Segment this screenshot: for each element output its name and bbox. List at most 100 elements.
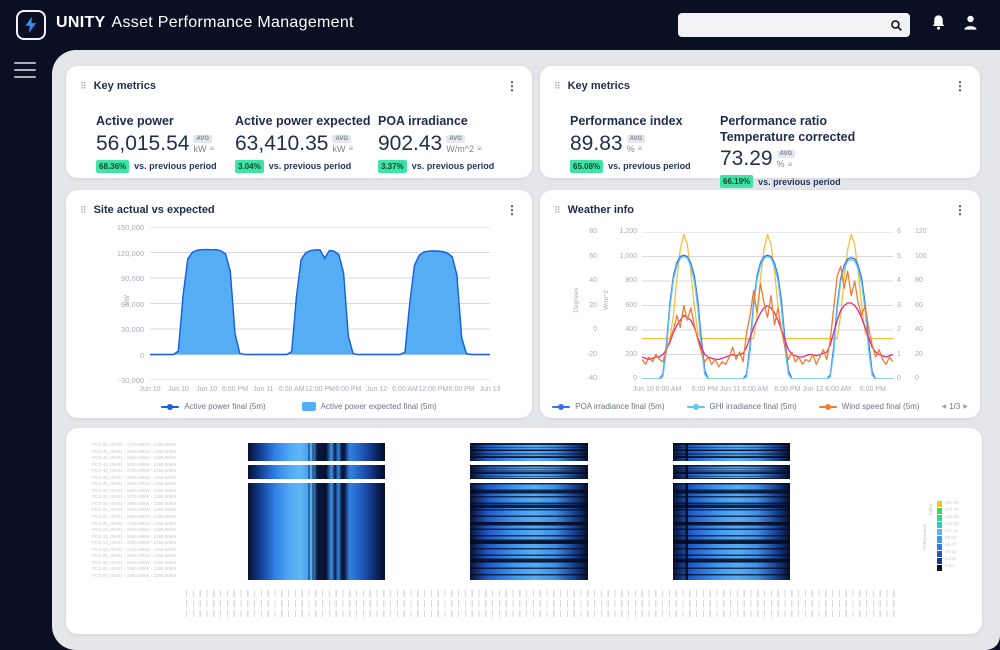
weather-info-card: ⠿ Weather info ⋮ 80 60 40 20 0 -20 -40 1,200 1,0… — [540, 190, 980, 418]
colorbar-segment — [937, 501, 942, 508]
metric-unit-row: kW ≡ — [193, 144, 214, 154]
change-badge: 68.36% — [96, 159, 130, 173]
y-axis-tick-label: 60 — [589, 252, 597, 260]
series-menu-icon[interactable]: ≡ — [638, 144, 643, 153]
metric-unit-stack: AVG% ≡ — [626, 134, 646, 154]
colorbar-tick-label: 200.00 — [945, 500, 959, 505]
legend-line-dot-marker — [686, 402, 705, 411]
app-logo — [16, 10, 46, 40]
legend-label: Wind speed final (5m) — [841, 402, 920, 411]
legend-label: Active power final (5m) — [184, 402, 266, 411]
drag-handle-icon[interactable]: ⠿ — [80, 205, 87, 215]
metric-value-row: 89.83 AVG% ≡ — [570, 133, 720, 154]
card-menu-icon[interactable]: ⋮ — [506, 204, 518, 216]
metric-change-row: 68.36% vs. previous period — [96, 159, 235, 173]
colorbar-segment — [937, 522, 942, 529]
y-axis-tick-label: 200 — [625, 350, 637, 358]
legend-line-dot-marker — [161, 402, 180, 411]
metric-unit: % — [776, 159, 785, 170]
app-window: UNITY Asset Performance Management ⠿ Key… — [0, 0, 1000, 650]
series-menu-icon[interactable]: ≡ — [348, 144, 353, 153]
y-axis-tick-label: -40 — [586, 375, 597, 382]
card-menu-icon[interactable]: ⋮ — [954, 80, 966, 92]
legend-next-icon[interactable]: ▶ — [963, 403, 968, 410]
weather-chart-plot — [642, 232, 893, 379]
y-axis-tick-label: 800 — [625, 277, 637, 284]
y-axis-tick-label: 100 — [915, 252, 927, 260]
metric-label: Performance index — [570, 114, 683, 128]
metric-block: Performance index 89.83 AVG% ≡ 65.08% vs. pre… — [570, 114, 720, 173]
metric-value-row: 73.29 AVG% ≡ — [720, 148, 855, 169]
y-axis-tick-label: 0 — [633, 375, 637, 382]
y-axis-tick-label: 80 — [589, 228, 597, 235]
user-avatar-icon[interactable] — [962, 13, 979, 37]
metric-block: Active power 56,015.54 AVG kW ≡ 68.36% vs. pre… — [96, 114, 235, 173]
drag-handle-icon[interactable]: ⠿ — [80, 81, 87, 91]
heatmap-panel-3 — [673, 443, 790, 580]
colorbar-segment — [937, 536, 942, 543]
change-badge: 66.19% — [720, 175, 754, 189]
metric-unit-stack: AVG kW ≡ — [193, 134, 214, 154]
y-axis-tick-label: 2 — [897, 326, 901, 333]
card-menu-icon[interactable]: ⋮ — [506, 80, 518, 92]
heatmap-panel-1 — [248, 443, 385, 580]
metric-label: POA irradiance — [378, 114, 468, 128]
avg-badge: AVG — [446, 134, 465, 143]
y-axis-tick-label: 0 — [139, 350, 144, 360]
heatmap-row-label: PCS-00_INV01 - 1800.00kW - 1250.00kW — [92, 572, 177, 578]
drag-handle-icon[interactable]: ⠿ — [554, 205, 561, 215]
y-axis-tick-label: 40 — [915, 326, 923, 333]
chart-legend: POA irradiance final (5m) GHI irradiance … — [540, 402, 980, 411]
menu-hamburger-icon[interactable] — [14, 62, 36, 78]
colorbar-legend — [937, 501, 942, 571]
legend-prev-icon[interactable]: ◀ — [941, 403, 946, 410]
y-axis-tick-label: 120,000 — [116, 248, 144, 258]
avg-badge: AVG — [193, 134, 212, 143]
y-axis-tick-label: 150,000 — [116, 223, 144, 232]
legend-item[interactable]: GHI irradiance final (5m) — [686, 402, 797, 411]
y-axis-tick-label: 0 — [915, 375, 919, 382]
colorbar-tick-label: 177.78 — [945, 507, 959, 512]
metric-value: 63,410.35 — [235, 131, 329, 155]
legend-item[interactable]: Wind speed final (5m) — [818, 402, 920, 411]
card-title: Key metrics — [567, 80, 630, 92]
drag-handle-icon[interactable]: ⠿ — [554, 81, 561, 91]
metric-label: Active power — [96, 114, 174, 128]
performance-heatmap-card: PCS-50_INV02 - 1725.00kW - 1250.00kW PCS-… — [66, 428, 982, 634]
y-axis-tick-label: 1 — [897, 350, 901, 358]
series-menu-icon[interactable]: ≡ — [477, 144, 482, 153]
search-bar[interactable] — [678, 13, 910, 37]
card-title: Site actual vs expected — [93, 204, 215, 216]
series-menu-icon[interactable]: ≡ — [209, 144, 214, 153]
y-axis-tick-label: 0 — [897, 375, 901, 382]
y-axis-tick-label: 120 — [915, 228, 927, 235]
metric-change-row: 3.37% vs. previous period — [378, 159, 495, 173]
metric-unit-stack: AVG W/m^2 ≡ — [446, 134, 482, 154]
colorbar-segment — [937, 550, 942, 557]
legend-pagination: ◀ 1/3 ▶ — [941, 402, 967, 411]
metric-change-row: 65.08% vs. previous period — [570, 159, 720, 173]
notifications-bell-icon[interactable] — [930, 13, 947, 37]
series-menu-icon[interactable]: ≡ — [788, 160, 793, 169]
x-axis-tick-label: 6:00 PM — [859, 386, 886, 393]
card-menu-icon[interactable]: ⋮ — [954, 204, 966, 216]
search-input[interactable] — [678, 19, 890, 31]
metric-change-row: 3.04% vs. previous period — [235, 159, 378, 173]
legend-item[interactable]: Active power expected final (5m) — [301, 402, 437, 411]
card-header: ⠿ Key metrics ⋮ — [66, 66, 532, 96]
metric-unit: kW — [332, 143, 346, 154]
legend-item[interactable]: Active power final (5m) — [161, 402, 266, 411]
metric-value-row: 63,410.35 AVG kW ≡ — [235, 133, 378, 154]
heatmap-row-labels: PCS-50_INV02 - 1725.00kW - 1250.00kW PCS-… — [92, 442, 242, 579]
card-header: ⠿ Site actual vs expected ⋮ — [66, 190, 532, 220]
colorbar-segment — [937, 543, 942, 550]
heatmap-x-axis-labels-row — [186, 600, 898, 607]
site-chart-plot — [150, 227, 490, 380]
key-metrics-card-right: ⠿ Key metrics ⋮ Performance index 89.83 AV… — [540, 66, 980, 189]
colorbar-segment — [937, 557, 942, 564]
legend-item[interactable]: POA irradiance final (5m) — [552, 402, 665, 411]
card-header: ⠿ Weather info ⋮ — [540, 190, 980, 220]
legend-page-indicator: 1/3 — [949, 402, 961, 411]
change-period-label: vs. previous period — [411, 161, 495, 172]
search-icon[interactable] — [890, 19, 903, 32]
